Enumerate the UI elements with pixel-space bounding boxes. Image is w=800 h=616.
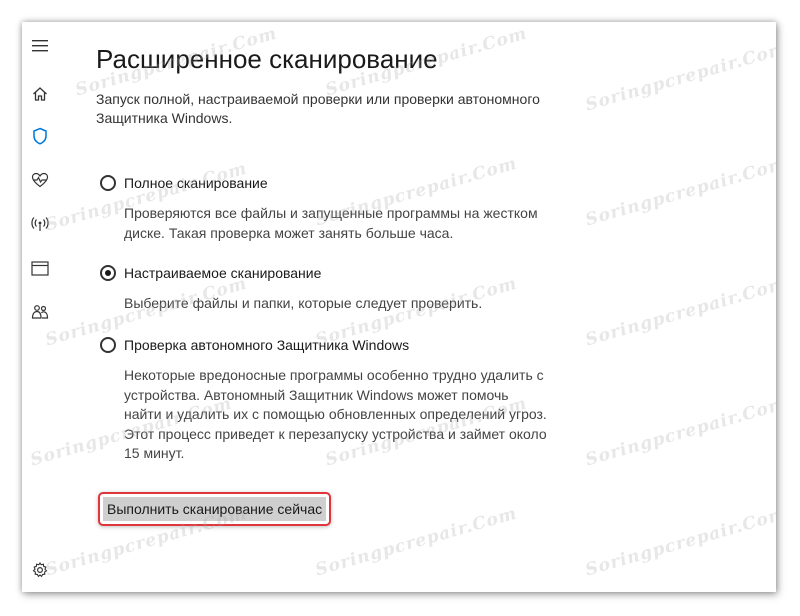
defender-window: Расширенное сканирование Запуск полной, …: [22, 22, 776, 592]
scan-now-button[interactable]: Выполнить сканирование сейчас: [103, 497, 327, 521]
watermark-text: Soringpcrepair.Com: [583, 503, 776, 581]
watermark-text: Soringpcrepair.Com: [583, 393, 776, 471]
option-offline-scan-description: Некоторые вредоносные программы особенно…: [124, 367, 547, 461]
family-icon[interactable]: [30, 302, 50, 322]
scan-button-highlight: Выполнить сканирование сейчас: [98, 492, 332, 526]
home-icon[interactable]: [30, 84, 50, 104]
option-full-scan-description: Проверяются все файлы и запущенные прогр…: [124, 205, 538, 241]
page-title: Расширенное сканирование: [96, 44, 438, 74]
option-custom-scan-description: Выберите файлы и папки, которые следует …: [124, 295, 483, 311]
option-full-scan-label: Полное сканирование: [124, 175, 268, 191]
heart-pulse-icon[interactable]: [30, 170, 50, 190]
watermark-text: Soringpcrepair.Com: [313, 503, 520, 581]
wifi-antenna-icon[interactable]: [30, 214, 50, 234]
option-full-scan[interactable]: Полное сканирование: [100, 175, 268, 191]
radio-offline-scan[interactable]: [100, 337, 116, 353]
page-description: Запуск полной, настраиваемой проверки ил…: [96, 91, 540, 126]
option-offline-scan[interactable]: Проверка автономного Защитника Windows: [100, 337, 409, 353]
option-offline-scan-label: Проверка автономного Защитника Windows: [124, 337, 410, 353]
watermark-text: Soringpcrepair.Com: [583, 273, 776, 351]
hamburger-menu-icon[interactable]: [30, 36, 50, 56]
watermark-text: Soringpcrepair.Com: [583, 153, 776, 231]
radio-custom-scan[interactable]: [100, 265, 116, 281]
option-custom-scan-label: Настраиваемое сканирование: [124, 265, 322, 281]
screenshot-stage: Расширенное сканирование Запуск полной, …: [0, 0, 800, 616]
settings-gear-icon[interactable]: [30, 560, 50, 580]
radio-full-scan[interactable]: [100, 175, 116, 191]
browser-window-icon[interactable]: [30, 258, 50, 278]
sidebar: [22, 22, 60, 592]
option-custom-scan[interactable]: Настраиваемое сканирование: [100, 265, 321, 281]
shield-icon[interactable]: [30, 126, 50, 146]
watermark-text: Soringpcrepair.Com: [583, 38, 776, 116]
